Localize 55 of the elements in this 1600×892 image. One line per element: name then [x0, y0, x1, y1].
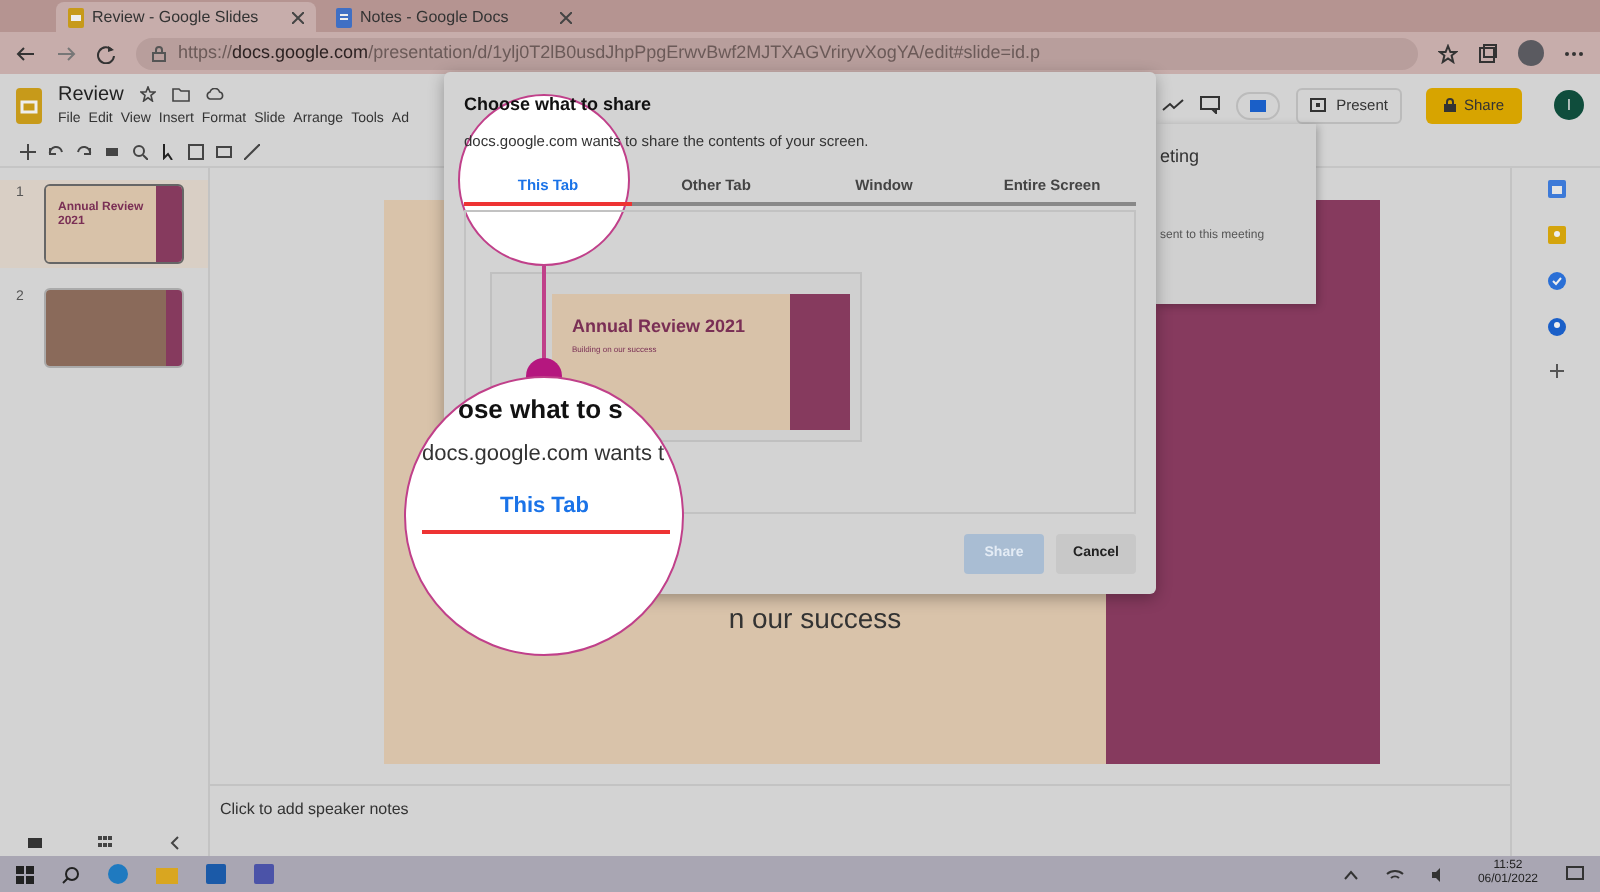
line-icon[interactable] [244, 143, 260, 159]
browser-tab[interactable]: Review - Google Slides [56, 2, 316, 32]
add-icon[interactable] [1549, 364, 1563, 378]
account-avatar[interactable]: I [1554, 90, 1584, 120]
close-icon[interactable] [292, 11, 304, 23]
magnified-tab-label: This Tab [500, 492, 589, 522]
lock-icon [1443, 98, 1456, 112]
photo-placeholder [46, 290, 166, 366]
close-icon[interactable] [560, 11, 572, 23]
redo-icon[interactable] [76, 143, 92, 159]
popup-title: eting [1160, 144, 1202, 170]
reload-icon[interactable] [96, 43, 116, 63]
filmstrip-view-icon[interactable] [28, 837, 43, 847]
docs-icon [336, 7, 352, 27]
trend-line-icon[interactable] [1162, 98, 1185, 112]
cloud-icon[interactable] [205, 88, 224, 101]
cursor-icon[interactable] [160, 143, 176, 159]
text-box-icon[interactable] [188, 143, 204, 159]
image-icon[interactable] [216, 143, 232, 159]
address-field[interactable]: https://docs.google.com/presentation/d/1ylj0T2lB0usdJhpPpgErwvBwf2MJTXAGVriryvXogYA/edit#slide=id.p [136, 37, 1418, 69]
lock-icon [152, 45, 166, 61]
meet-button[interactable] [1236, 91, 1281, 119]
notification-icon[interactable] [1566, 866, 1584, 882]
zoom-icon[interactable] [132, 143, 148, 159]
browser-tab[interactable]: Notes - Google Docs [324, 2, 584, 32]
document-title[interactable]: Review [58, 79, 124, 110]
present-icon [1310, 98, 1327, 112]
grid-view-icon[interactable] [98, 836, 113, 848]
preview-accent-panel [790, 294, 850, 430]
video-icon [1250, 99, 1267, 111]
contacts-icon[interactable] [1547, 318, 1565, 336]
preview-title: Annual Review 2021 [572, 318, 748, 338]
favorites-icon[interactable] [1438, 43, 1458, 63]
more-icon[interactable] [1564, 49, 1584, 57]
star-icon[interactable] [139, 86, 156, 103]
search-icon[interactable] [62, 865, 80, 883]
print-icon[interactable] [104, 143, 120, 159]
speaker-notes-field[interactable]: Click to add speaker notes [220, 800, 409, 818]
tasks-icon[interactable] [1547, 272, 1565, 290]
slides-icon [68, 7, 84, 27]
magnified-message: docs.google.com wants t [422, 440, 665, 470]
profile-avatar[interactable] [1518, 40, 1544, 66]
comment-icon[interactable] [1200, 96, 1221, 114]
undo-icon[interactable] [48, 143, 64, 159]
folder-icon[interactable] [171, 87, 190, 102]
slides-logo-icon [16, 87, 42, 123]
calendar-icon[interactable] [1547, 180, 1565, 198]
slide-subtitle: n our success [728, 600, 902, 638]
add-icon[interactable] [20, 143, 36, 159]
collapse-icon[interactable] [169, 835, 180, 849]
collections-icon[interactable] [1478, 43, 1498, 63]
wifi-icon[interactable] [1385, 867, 1404, 881]
start-icon[interactable] [16, 865, 34, 883]
leader-line [542, 266, 546, 362]
back-icon[interactable] [16, 43, 36, 63]
